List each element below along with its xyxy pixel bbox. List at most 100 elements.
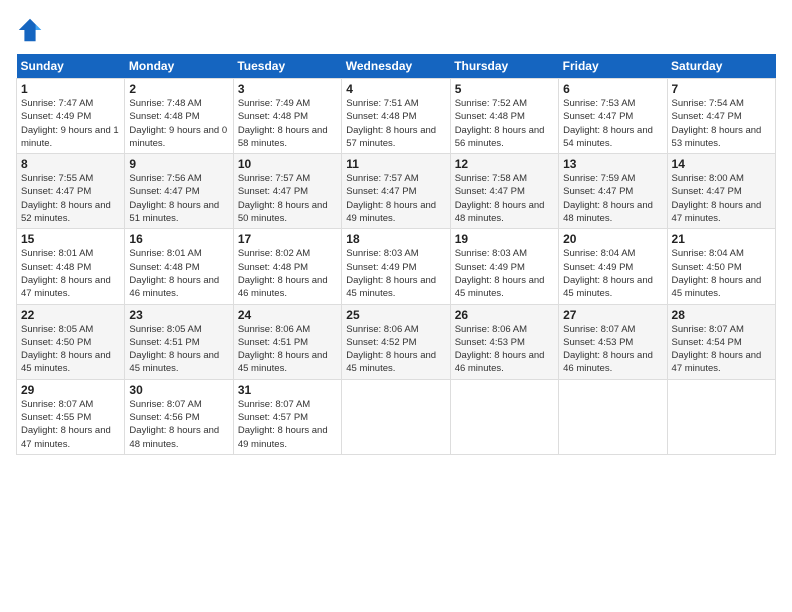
day-number: 15 <box>21 232 120 246</box>
day-detail: Sunrise: 8:06 AMSunset: 4:51 PMDaylight:… <box>238 324 328 375</box>
day-cell: 6 Sunrise: 7:53 AMSunset: 4:47 PMDayligh… <box>559 79 667 154</box>
day-cell: 15 Sunrise: 8:01 AMSunset: 4:48 PMDaylig… <box>17 229 125 304</box>
day-number: 3 <box>238 82 337 96</box>
page: SundayMondayTuesdayWednesdayThursdayFrid… <box>0 0 792 612</box>
day-detail: Sunrise: 8:00 AMSunset: 4:47 PMDaylight:… <box>672 173 762 224</box>
day-cell: 12 Sunrise: 7:58 AMSunset: 4:47 PMDaylig… <box>450 154 558 229</box>
day-number: 24 <box>238 308 337 322</box>
day-detail: Sunrise: 8:03 AMSunset: 4:49 PMDaylight:… <box>346 248 436 299</box>
day-cell: 28 Sunrise: 8:07 AMSunset: 4:54 PMDaylig… <box>667 304 775 379</box>
week-row-3: 15 Sunrise: 8:01 AMSunset: 4:48 PMDaylig… <box>17 229 776 304</box>
header-row: SundayMondayTuesdayWednesdayThursdayFrid… <box>17 54 776 79</box>
day-cell: 16 Sunrise: 8:01 AMSunset: 4:48 PMDaylig… <box>125 229 233 304</box>
day-number: 7 <box>672 82 771 96</box>
day-detail: Sunrise: 7:53 AMSunset: 4:47 PMDaylight:… <box>563 98 653 149</box>
day-number: 19 <box>455 232 554 246</box>
day-cell <box>667 379 775 454</box>
day-cell: 20 Sunrise: 8:04 AMSunset: 4:49 PMDaylig… <box>559 229 667 304</box>
day-cell: 10 Sunrise: 7:57 AMSunset: 4:47 PMDaylig… <box>233 154 341 229</box>
day-number: 8 <box>21 157 120 171</box>
day-cell: 5 Sunrise: 7:52 AMSunset: 4:48 PMDayligh… <box>450 79 558 154</box>
day-cell: 24 Sunrise: 8:06 AMSunset: 4:51 PMDaylig… <box>233 304 341 379</box>
day-cell: 8 Sunrise: 7:55 AMSunset: 4:47 PMDayligh… <box>17 154 125 229</box>
day-detail: Sunrise: 8:05 AMSunset: 4:50 PMDaylight:… <box>21 324 111 375</box>
day-cell <box>559 379 667 454</box>
day-cell: 23 Sunrise: 8:05 AMSunset: 4:51 PMDaylig… <box>125 304 233 379</box>
day-detail: Sunrise: 7:54 AMSunset: 4:47 PMDaylight:… <box>672 98 762 149</box>
day-number: 9 <box>129 157 228 171</box>
calendar-table: SundayMondayTuesdayWednesdayThursdayFrid… <box>16 54 776 455</box>
day-number: 4 <box>346 82 445 96</box>
day-cell: 18 Sunrise: 8:03 AMSunset: 4:49 PMDaylig… <box>342 229 450 304</box>
day-cell: 2 Sunrise: 7:48 AMSunset: 4:48 PMDayligh… <box>125 79 233 154</box>
day-detail: Sunrise: 7:48 AMSunset: 4:48 PMDaylight:… <box>129 98 227 149</box>
header-cell-tuesday: Tuesday <box>233 54 341 79</box>
day-detail: Sunrise: 8:04 AMSunset: 4:49 PMDaylight:… <box>563 248 653 299</box>
day-detail: Sunrise: 7:52 AMSunset: 4:48 PMDaylight:… <box>455 98 545 149</box>
day-number: 20 <box>563 232 662 246</box>
day-detail: Sunrise: 8:02 AMSunset: 4:48 PMDaylight:… <box>238 248 328 299</box>
day-cell: 30 Sunrise: 8:07 AMSunset: 4:56 PMDaylig… <box>125 379 233 454</box>
day-number: 27 <box>563 308 662 322</box>
day-cell: 31 Sunrise: 8:07 AMSunset: 4:57 PMDaylig… <box>233 379 341 454</box>
day-detail: Sunrise: 7:57 AMSunset: 4:47 PMDaylight:… <box>346 173 436 224</box>
day-number: 18 <box>346 232 445 246</box>
header-cell-thursday: Thursday <box>450 54 558 79</box>
day-number: 11 <box>346 157 445 171</box>
logo <box>16 16 48 44</box>
day-number: 2 <box>129 82 228 96</box>
day-detail: Sunrise: 8:06 AMSunset: 4:53 PMDaylight:… <box>455 324 545 375</box>
day-cell: 14 Sunrise: 8:00 AMSunset: 4:47 PMDaylig… <box>667 154 775 229</box>
day-cell: 27 Sunrise: 8:07 AMSunset: 4:53 PMDaylig… <box>559 304 667 379</box>
day-cell: 25 Sunrise: 8:06 AMSunset: 4:52 PMDaylig… <box>342 304 450 379</box>
week-row-2: 8 Sunrise: 7:55 AMSunset: 4:47 PMDayligh… <box>17 154 776 229</box>
day-number: 30 <box>129 383 228 397</box>
week-row-1: 1 Sunrise: 7:47 AMSunset: 4:49 PMDayligh… <box>17 79 776 154</box>
day-detail: Sunrise: 7:56 AMSunset: 4:47 PMDaylight:… <box>129 173 219 224</box>
day-detail: Sunrise: 8:07 AMSunset: 4:57 PMDaylight:… <box>238 399 328 450</box>
day-number: 25 <box>346 308 445 322</box>
week-row-4: 22 Sunrise: 8:05 AMSunset: 4:50 PMDaylig… <box>17 304 776 379</box>
day-detail: Sunrise: 7:58 AMSunset: 4:47 PMDaylight:… <box>455 173 545 224</box>
day-detail: Sunrise: 8:03 AMSunset: 4:49 PMDaylight:… <box>455 248 545 299</box>
day-detail: Sunrise: 8:07 AMSunset: 4:56 PMDaylight:… <box>129 399 219 450</box>
day-cell: 9 Sunrise: 7:56 AMSunset: 4:47 PMDayligh… <box>125 154 233 229</box>
day-number: 14 <box>672 157 771 171</box>
day-cell: 22 Sunrise: 8:05 AMSunset: 4:50 PMDaylig… <box>17 304 125 379</box>
header <box>16 16 776 44</box>
day-number: 31 <box>238 383 337 397</box>
day-cell: 26 Sunrise: 8:06 AMSunset: 4:53 PMDaylig… <box>450 304 558 379</box>
day-detail: Sunrise: 8:01 AMSunset: 4:48 PMDaylight:… <box>21 248 111 299</box>
day-detail: Sunrise: 8:07 AMSunset: 4:55 PMDaylight:… <box>21 399 111 450</box>
day-number: 10 <box>238 157 337 171</box>
day-detail: Sunrise: 7:49 AMSunset: 4:48 PMDaylight:… <box>238 98 328 149</box>
day-detail: Sunrise: 8:07 AMSunset: 4:53 PMDaylight:… <box>563 324 653 375</box>
day-detail: Sunrise: 7:55 AMSunset: 4:47 PMDaylight:… <box>21 173 111 224</box>
day-number: 29 <box>21 383 120 397</box>
day-cell: 7 Sunrise: 7:54 AMSunset: 4:47 PMDayligh… <box>667 79 775 154</box>
day-number: 26 <box>455 308 554 322</box>
day-cell: 29 Sunrise: 8:07 AMSunset: 4:55 PMDaylig… <box>17 379 125 454</box>
header-cell-friday: Friday <box>559 54 667 79</box>
header-cell-saturday: Saturday <box>667 54 775 79</box>
logo-icon <box>16 16 44 44</box>
day-detail: Sunrise: 7:47 AMSunset: 4:49 PMDaylight:… <box>21 98 119 149</box>
day-cell: 19 Sunrise: 8:03 AMSunset: 4:49 PMDaylig… <box>450 229 558 304</box>
day-number: 5 <box>455 82 554 96</box>
day-number: 1 <box>21 82 120 96</box>
day-number: 22 <box>21 308 120 322</box>
day-number: 28 <box>672 308 771 322</box>
day-number: 12 <box>455 157 554 171</box>
day-number: 16 <box>129 232 228 246</box>
week-row-5: 29 Sunrise: 8:07 AMSunset: 4:55 PMDaylig… <box>17 379 776 454</box>
header-cell-sunday: Sunday <box>17 54 125 79</box>
day-number: 17 <box>238 232 337 246</box>
day-detail: Sunrise: 8:05 AMSunset: 4:51 PMDaylight:… <box>129 324 219 375</box>
day-detail: Sunrise: 8:04 AMSunset: 4:50 PMDaylight:… <box>672 248 762 299</box>
day-detail: Sunrise: 8:07 AMSunset: 4:54 PMDaylight:… <box>672 324 762 375</box>
day-cell: 3 Sunrise: 7:49 AMSunset: 4:48 PMDayligh… <box>233 79 341 154</box>
day-cell: 17 Sunrise: 8:02 AMSunset: 4:48 PMDaylig… <box>233 229 341 304</box>
day-detail: Sunrise: 7:51 AMSunset: 4:48 PMDaylight:… <box>346 98 436 149</box>
day-number: 13 <box>563 157 662 171</box>
day-number: 21 <box>672 232 771 246</box>
